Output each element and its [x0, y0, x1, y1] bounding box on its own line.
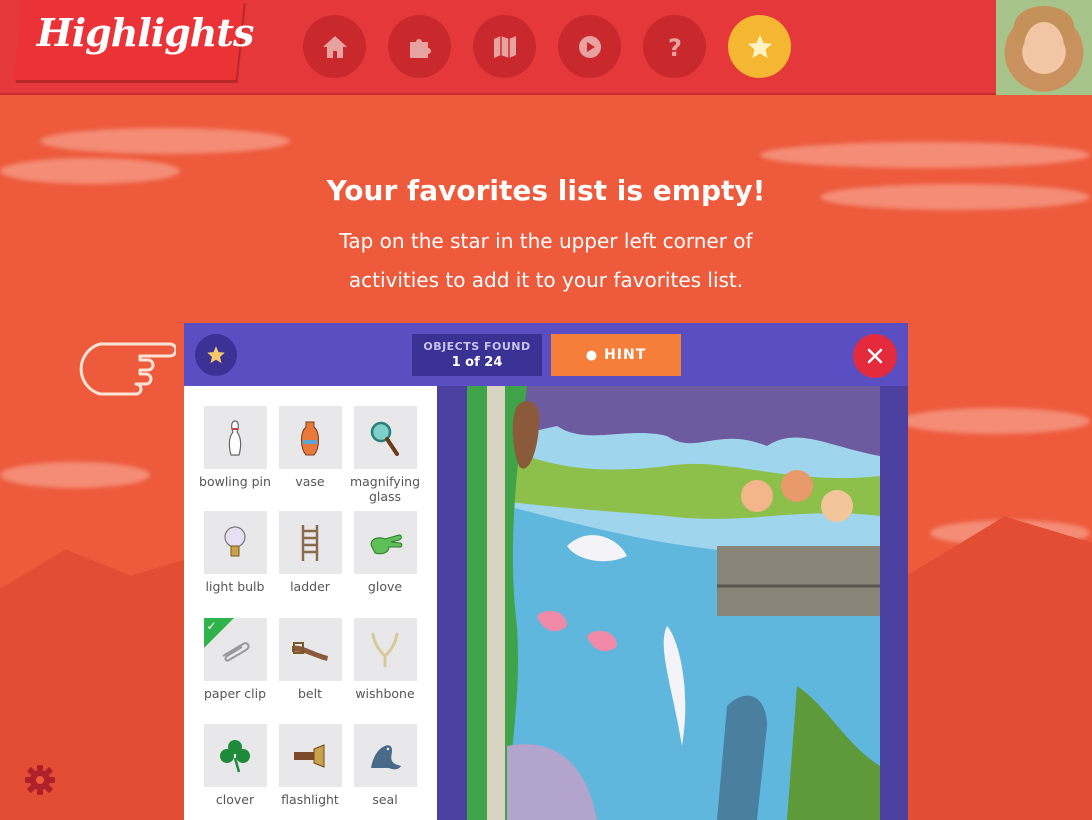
- object-tile: [203, 511, 267, 574]
- list-item[interactable]: bowling pin: [198, 406, 272, 489]
- bowling-pin-icon: [228, 419, 242, 456]
- top-navigation-bar: Highlights ?: [0, 0, 1092, 95]
- object-tile: [203, 406, 267, 469]
- object-tile: ✓: [203, 618, 267, 681]
- favorites-button[interactable]: [728, 15, 791, 78]
- list-item[interactable]: seal: [348, 724, 422, 807]
- object-label: wishbone: [355, 686, 415, 701]
- list-item[interactable]: ✓ paper clip: [198, 618, 272, 701]
- objects-found-value: 1 of 24: [451, 355, 503, 370]
- close-icon: [867, 348, 883, 364]
- star-icon: [207, 346, 225, 364]
- object-tile: [353, 406, 417, 469]
- object-tile: [353, 618, 417, 681]
- flashlight-icon: [294, 743, 325, 768]
- star-icon: [747, 34, 772, 58]
- object-label: belt: [298, 686, 322, 701]
- panel-toolbar: OBJECTS FOUND 1 of 24 ● HINT: [184, 323, 908, 386]
- object-tile: [203, 724, 267, 787]
- avatar-face: [1024, 22, 1064, 72]
- object-label: clover: [215, 792, 255, 807]
- logo-text: Highlights: [36, 10, 254, 55]
- home-icon: [322, 35, 347, 58]
- hidden-objects-panel: OBJECTS FOUND 1 of 24 ● HINT bowling pin…: [184, 323, 908, 820]
- object-tile: [278, 406, 342, 469]
- glove-icon: [370, 533, 403, 554]
- list-item[interactable]: ladder: [273, 511, 347, 594]
- vase-icon: [301, 421, 319, 455]
- objects-found-counter: OBJECTS FOUND 1 of 24: [412, 334, 542, 376]
- svg-text:?: ?: [668, 34, 682, 62]
- seal-icon: [371, 744, 401, 769]
- favorite-star-button[interactable]: [195, 334, 237, 376]
- help-button[interactable]: ?: [643, 15, 706, 78]
- object-tile: [353, 724, 417, 787]
- object-label: magnifying glass: [349, 474, 421, 504]
- close-button[interactable]: [853, 334, 897, 378]
- object-label: ladder: [290, 579, 330, 594]
- empty-favorites-description: Tap on the star in the upper left corner…: [339, 229, 753, 292]
- object-label: vase: [295, 474, 325, 489]
- map-icon: [493, 35, 516, 58]
- object-tile: [278, 618, 342, 681]
- list-item[interactable]: vase: [273, 406, 347, 489]
- lightbulb-icon: ●: [585, 347, 599, 363]
- objects-list: bowling pin vase magnifying glass light …: [184, 386, 437, 820]
- light-bulb-icon: [224, 525, 246, 556]
- belt-icon: [292, 641, 328, 661]
- object-label: paper clip: [203, 686, 267, 701]
- hidden-objects-scene[interactable]: [467, 386, 880, 820]
- list-item[interactable]: light bulb: [198, 511, 272, 594]
- user-avatar[interactable]: [996, 0, 1092, 95]
- ladder-icon: [301, 524, 319, 561]
- clover-icon: [220, 739, 250, 772]
- puzzles-button[interactable]: [388, 15, 451, 78]
- settings-gear-icon[interactable]: [24, 764, 56, 796]
- list-item[interactable]: belt: [273, 618, 347, 701]
- list-item[interactable]: clover: [198, 724, 272, 807]
- object-tile: [278, 724, 342, 787]
- puzzle-icon: [409, 38, 431, 58]
- object-tile: [278, 511, 342, 574]
- home-button[interactable]: [303, 15, 366, 78]
- object-label: bowling pin: [199, 474, 271, 489]
- list-item[interactable]: wishbone: [348, 618, 422, 701]
- list-item[interactable]: flashlight: [273, 724, 347, 807]
- pointing-hand-icon: [79, 342, 176, 396]
- checkmark-icon: ✓: [206, 619, 217, 633]
- main-nav: ?: [303, 15, 791, 78]
- hint-button[interactable]: ● HINT: [551, 334, 681, 376]
- map-button[interactable]: [473, 15, 536, 78]
- wishbone-icon: [371, 632, 399, 667]
- object-label: glove: [367, 579, 403, 594]
- empty-favorites-title: Your favorites list is empty!: [326, 174, 766, 207]
- hint-label: HINT: [604, 347, 647, 363]
- objects-found-label: OBJECTS FOUND: [423, 340, 531, 353]
- object-label: seal: [372, 792, 398, 807]
- question-icon: ?: [668, 34, 682, 62]
- object-label: light bulb: [205, 579, 265, 594]
- highlights-logo[interactable]: Highlights: [13, 0, 253, 80]
- play-icon: [578, 35, 601, 58]
- list-item[interactable]: glove: [348, 511, 422, 594]
- magnifying-glass-icon: [370, 421, 399, 456]
- list-item[interactable]: magnifying glass: [348, 406, 422, 504]
- video-button[interactable]: [558, 15, 621, 78]
- object-tile: [353, 511, 417, 574]
- object-label: flashlight: [281, 792, 339, 807]
